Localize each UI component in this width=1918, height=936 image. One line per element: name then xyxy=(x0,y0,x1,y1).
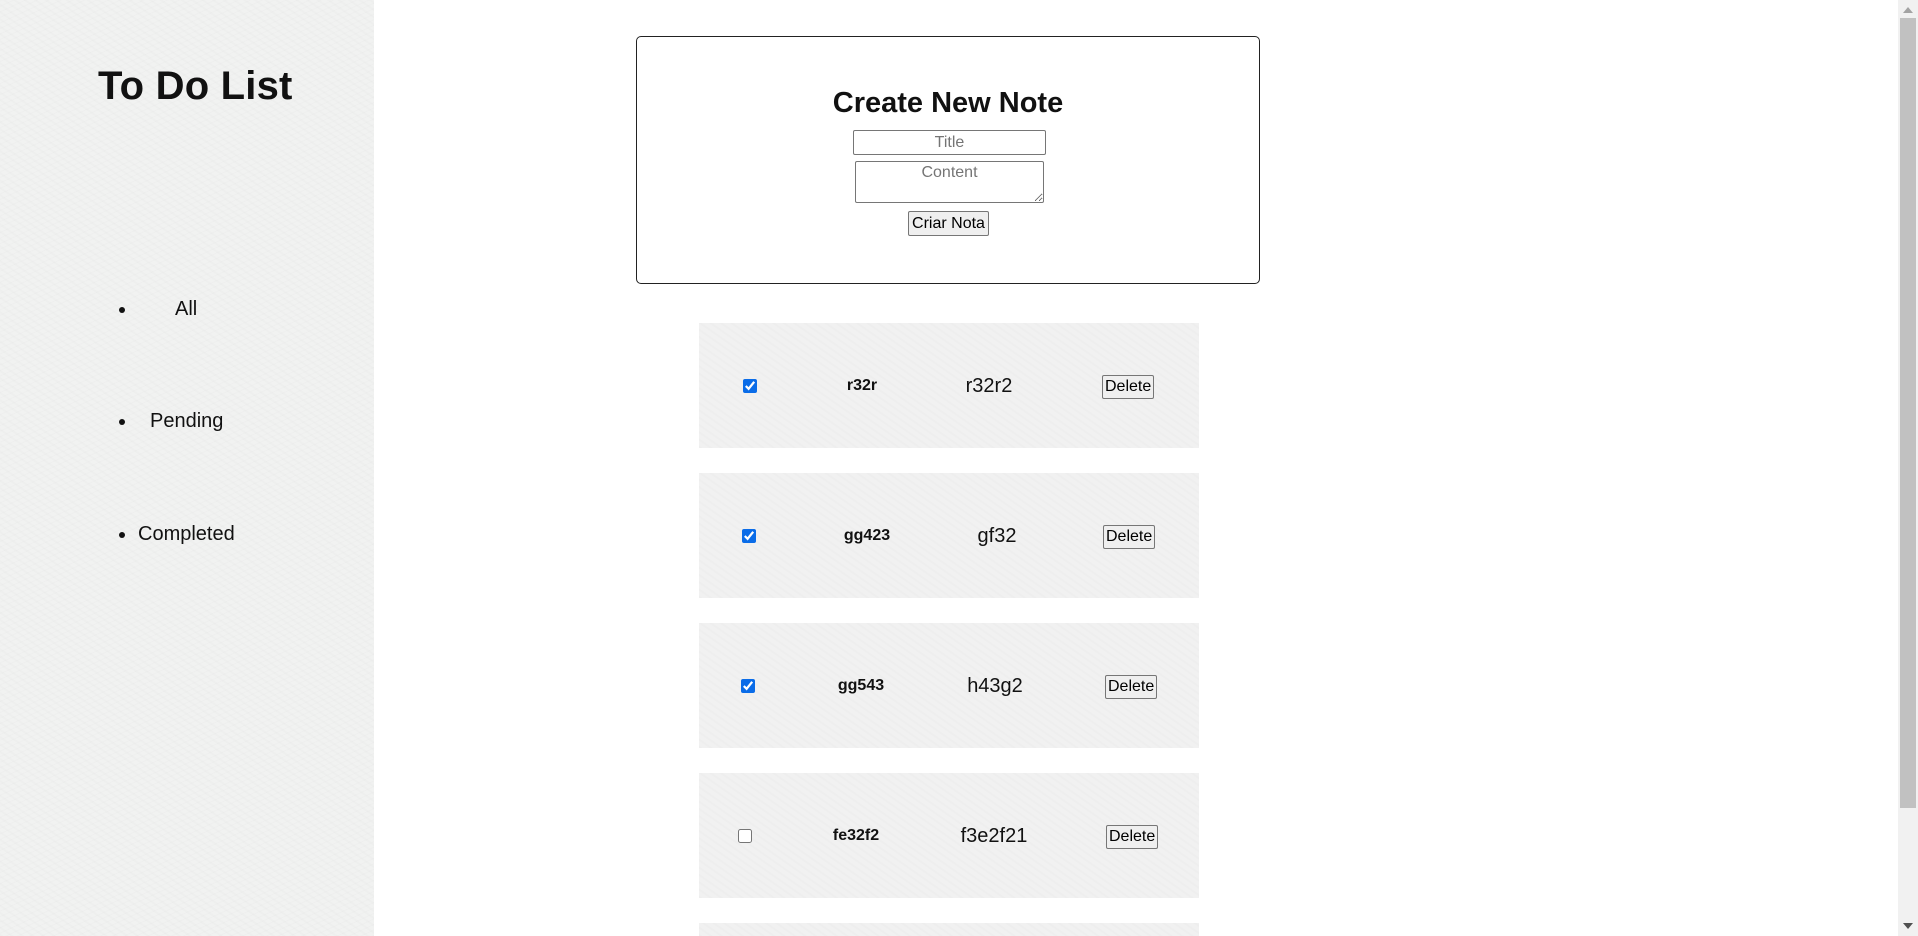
scrollbar-thumb[interactable] xyxy=(1900,18,1916,808)
note-card: r32r r32r2 Delete xyxy=(699,323,1199,448)
scroll-up-icon[interactable] xyxy=(1903,7,1913,13)
form-heading: Create New Note xyxy=(832,87,1064,119)
note-complete-checkbox[interactable] xyxy=(743,379,757,393)
note-card: fe32f2 f3e2f21 Delete xyxy=(699,773,1199,898)
note-complete-checkbox[interactable] xyxy=(742,529,756,543)
bullet-icon xyxy=(119,419,125,425)
create-note-form: Create New Note Criar Nota xyxy=(636,36,1260,284)
note-content: gf32 xyxy=(977,525,1017,547)
scroll-down-icon[interactable] xyxy=(1903,923,1913,929)
note-complete-checkbox[interactable] xyxy=(738,829,752,843)
title-input[interactable] xyxy=(853,130,1046,155)
note-card: gg423 gf32 Delete xyxy=(699,473,1199,598)
note-content: f3e2f21 xyxy=(960,825,1028,847)
note-title: fe32f2 xyxy=(832,827,880,844)
filter-label-completed[interactable]: Completed xyxy=(138,523,235,546)
filter-label-all[interactable]: All xyxy=(175,298,197,321)
create-note-button[interactable]: Criar Nota xyxy=(908,211,989,236)
bullet-icon xyxy=(119,532,125,538)
note-complete-checkbox[interactable] xyxy=(741,679,755,693)
filter-label-pending[interactable]: Pending xyxy=(150,410,223,433)
app-title: To Do List xyxy=(98,64,293,108)
bullet-icon xyxy=(119,307,125,313)
delete-button[interactable]: Delete xyxy=(1103,525,1156,549)
note-content: h43g2 xyxy=(967,675,1023,697)
note-title: gg543 xyxy=(837,677,885,694)
note-content: r32r2 xyxy=(965,375,1013,397)
vertical-scrollbar[interactable] xyxy=(1898,0,1918,936)
note-card xyxy=(699,923,1199,936)
content-textarea[interactable] xyxy=(855,161,1044,203)
delete-button[interactable]: Delete xyxy=(1105,675,1158,699)
delete-button[interactable]: Delete xyxy=(1106,825,1159,849)
sidebar: To Do List All Pending Completed xyxy=(0,0,374,936)
note-card: gg543 h43g2 Delete xyxy=(699,623,1199,748)
note-title: r32r xyxy=(846,377,878,394)
note-title: gg423 xyxy=(843,527,891,544)
delete-button[interactable]: Delete xyxy=(1102,375,1155,399)
